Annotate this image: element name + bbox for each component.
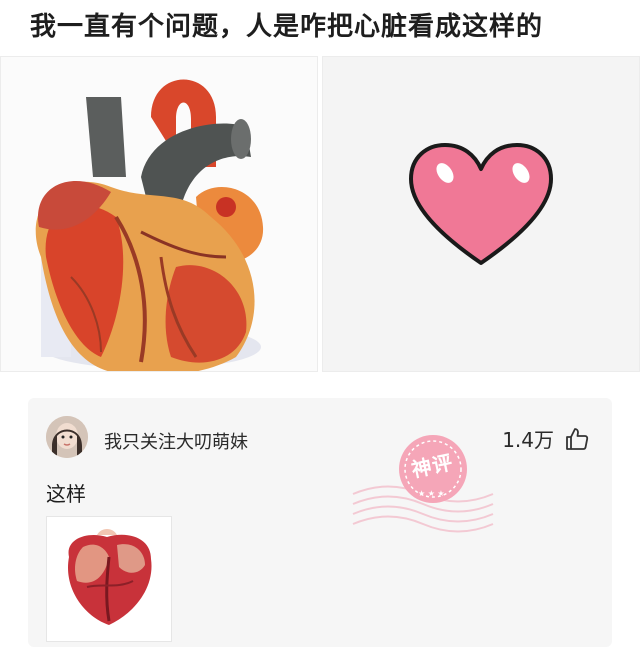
comment-image[interactable] xyxy=(46,516,172,642)
svg-text:★ ★ ★: ★ ★ ★ xyxy=(418,489,445,498)
god-comment-badge-icon: ★ ★ ★ xyxy=(352,435,494,533)
like-count: 1.4万 xyxy=(502,428,554,452)
image-grid xyxy=(0,56,640,372)
anatomical-heart-image[interactable] xyxy=(0,56,318,372)
cartoon-heart-image[interactable] xyxy=(322,56,640,372)
comment-text: 这样 xyxy=(46,482,86,506)
anatomical-heart-icon xyxy=(35,79,264,371)
like-group: 1.4万 xyxy=(502,424,590,453)
comment-card: 我只关注大叨萌妹 ★ ★ ★ 神评 1.4万 这样 xyxy=(28,398,612,647)
cartoon-heart-icon xyxy=(409,143,553,265)
thumbs-up-icon xyxy=(566,427,589,450)
avatar[interactable] xyxy=(46,416,88,458)
comment-username[interactable]: 我只关注大叨萌妹 xyxy=(104,428,248,454)
like-button[interactable] xyxy=(564,426,590,452)
user-avatar-icon xyxy=(46,416,88,458)
real-heart-photo-icon xyxy=(68,529,152,625)
post-title: 我一直有个问题，人是咋把心脏看成这样的 xyxy=(30,12,544,42)
